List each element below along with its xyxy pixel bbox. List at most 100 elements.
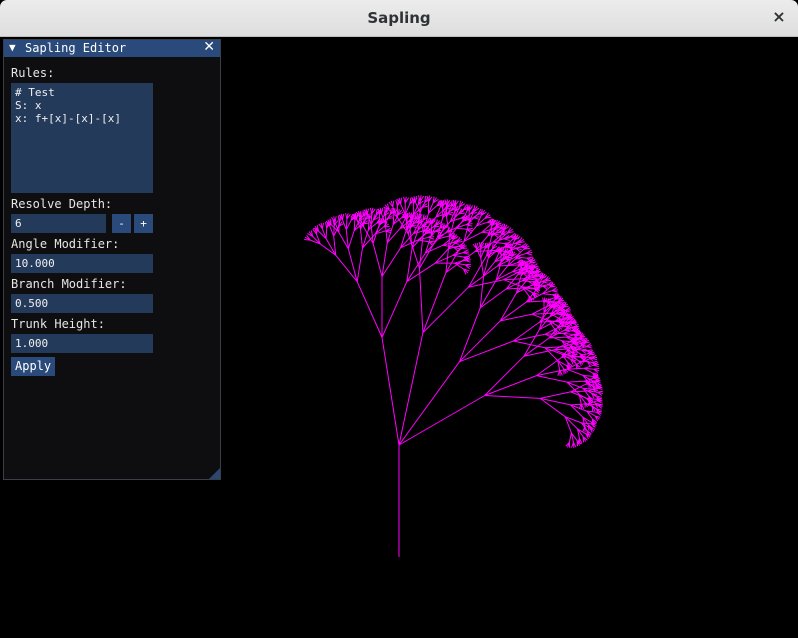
tree-branch xyxy=(406,247,413,282)
tree-branch xyxy=(356,247,363,282)
rules-textarea[interactable]: # Test S: x x: f+[x]-[x]-[x] xyxy=(11,83,153,193)
tree-branch xyxy=(570,391,587,399)
editor-close-icon[interactable]: ✕ xyxy=(203,39,215,55)
resize-grip-icon[interactable] xyxy=(209,468,220,479)
tree-branch xyxy=(422,272,447,333)
tree-branch xyxy=(596,387,603,390)
tree-branch xyxy=(584,364,594,369)
tree-branch xyxy=(459,340,514,363)
window-titlebar: Sapling × xyxy=(0,0,798,37)
sapling-editor-panel: ▼ Sapling Editor ✕ Rules: # Test S: x x:… xyxy=(3,39,221,480)
tree-branches xyxy=(304,195,603,557)
apply-button[interactable]: Apply xyxy=(11,357,56,376)
tree-branch xyxy=(522,280,533,283)
tree-branch xyxy=(428,236,435,240)
tree-branch xyxy=(484,395,541,399)
trunk-height-input[interactable]: 1.000 xyxy=(11,334,153,353)
tree-branch xyxy=(503,238,511,241)
tree-branch xyxy=(596,400,603,403)
tree-branch xyxy=(466,224,473,227)
tree-branch xyxy=(531,277,538,280)
branch-modifier-input[interactable]: 0.500 xyxy=(11,294,153,313)
rules-label: Rules: xyxy=(11,66,55,80)
tree-branch xyxy=(381,207,384,214)
tree-branch xyxy=(356,281,383,338)
tree-branch xyxy=(479,288,507,309)
editor-title: Sapling Editor xyxy=(25,41,127,55)
tree-branch xyxy=(398,395,485,446)
tree-branch xyxy=(329,226,335,237)
tree-branch xyxy=(456,241,463,243)
tree-branch xyxy=(372,243,383,277)
tree-branch xyxy=(585,383,596,386)
tree-branch xyxy=(463,252,470,255)
tree-branch xyxy=(484,375,537,396)
tree-branch xyxy=(419,268,424,333)
resolve-depth-increment-button[interactable]: + xyxy=(134,214,153,233)
tree-branch xyxy=(381,242,388,277)
editor-title-bar[interactable]: ▼ Sapling Editor ✕ xyxy=(4,39,220,57)
tree-branch xyxy=(422,286,469,334)
tree-branch xyxy=(566,368,584,376)
tree-branch xyxy=(484,355,525,396)
tree-branch xyxy=(459,320,501,363)
tree-branch xyxy=(476,243,478,249)
tree-branch xyxy=(433,225,440,228)
tree-branch xyxy=(419,202,426,213)
tree-branch xyxy=(526,252,533,256)
tree-branch xyxy=(381,247,402,277)
tree-branch xyxy=(561,356,580,358)
tree-branch xyxy=(342,219,347,230)
tree-branch xyxy=(383,225,390,228)
tree-branch xyxy=(360,228,363,249)
tree-branch xyxy=(325,227,328,239)
tree-branch xyxy=(435,254,454,264)
tree-branch xyxy=(372,225,380,244)
tree-branch xyxy=(381,281,408,338)
collapse-arrow-icon[interactable]: ▼ xyxy=(9,41,16,54)
tree-branch xyxy=(338,221,340,233)
tree-branch xyxy=(400,197,403,205)
tree-branch xyxy=(435,248,449,264)
tree-branch xyxy=(566,380,585,383)
tree-branch xyxy=(531,312,550,315)
resolve-depth-label: Resolve Depth: xyxy=(11,197,113,211)
tree-branch xyxy=(568,432,572,443)
tree-branch xyxy=(347,230,355,249)
tree-branch xyxy=(544,332,564,335)
tree-branch xyxy=(334,216,337,223)
tree-branch xyxy=(366,208,369,215)
tree-branch xyxy=(536,375,568,383)
tree-branch xyxy=(342,213,345,220)
tree-branch xyxy=(392,200,395,208)
tree-branch xyxy=(586,346,592,349)
tree-branch xyxy=(463,231,483,242)
tree-branch xyxy=(381,337,400,446)
tree-branch xyxy=(523,329,540,357)
tree-branch xyxy=(321,222,324,229)
trunk-height-label: Trunk Height: xyxy=(11,317,105,331)
tree-branch xyxy=(480,257,485,276)
tree-branch xyxy=(552,290,558,293)
tree-branch xyxy=(539,391,571,399)
resolve-depth-decrement-button[interactable]: - xyxy=(112,214,131,233)
window-close-button[interactable]: × xyxy=(769,7,789,27)
tree-branch xyxy=(499,292,517,322)
tree-branch xyxy=(461,247,468,250)
tree-branch xyxy=(506,287,525,290)
tree-branch xyxy=(542,293,553,296)
tree-branch xyxy=(319,243,336,256)
tree-branch xyxy=(459,307,481,362)
tree-branch xyxy=(531,313,549,322)
tree-branch xyxy=(415,196,417,203)
tree-branch xyxy=(480,248,486,259)
tree-branch xyxy=(467,255,487,288)
resolve-depth-input[interactable]: 6 xyxy=(11,214,106,233)
tree-branch xyxy=(363,216,365,227)
angle-modifier-label: Angle Modifier: xyxy=(11,237,120,251)
tree-branch xyxy=(492,241,505,244)
angle-modifier-input[interactable]: 10.000 xyxy=(11,254,153,273)
branch-modifier-label: Branch Modifier: xyxy=(11,277,127,291)
tree-branch xyxy=(591,357,598,361)
tree-branch xyxy=(445,251,476,274)
